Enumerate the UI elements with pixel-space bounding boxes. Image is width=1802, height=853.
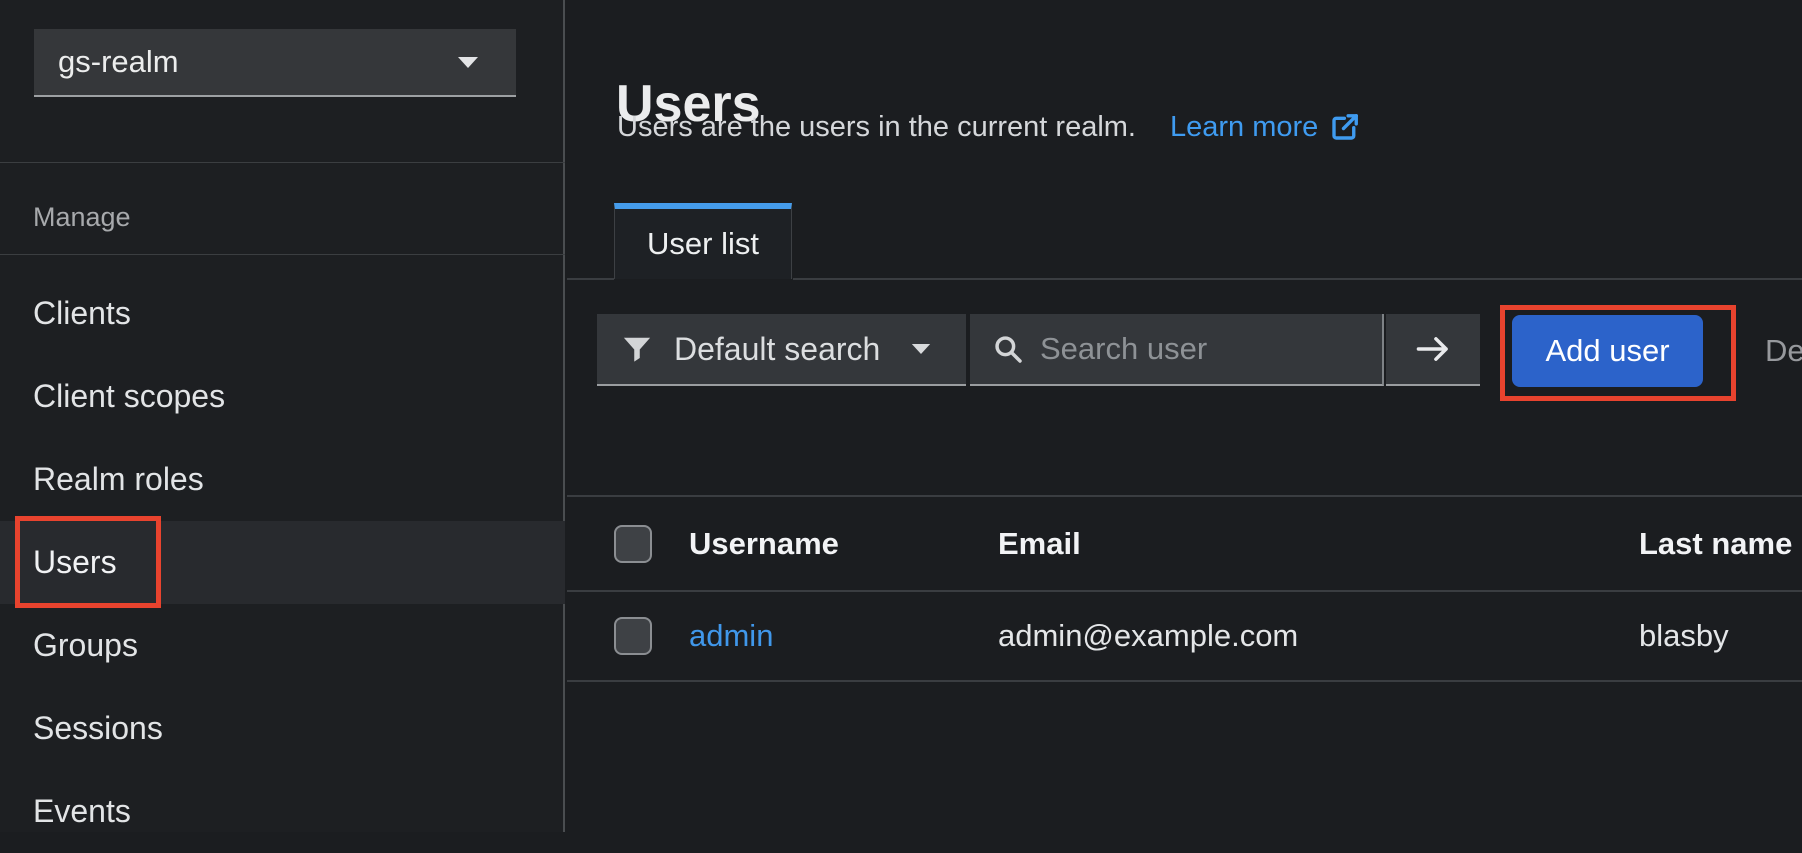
chevron-down-icon	[456, 55, 480, 70]
external-link-icon	[1330, 112, 1360, 142]
search-type-label: Default search	[674, 331, 880, 368]
tabs-bottom-border	[567, 278, 614, 280]
column-header-email: Email	[998, 526, 1081, 562]
username-link[interactable]: admin	[689, 618, 773, 654]
delete-user-button-truncated[interactable]: De	[1765, 333, 1802, 369]
chevron-down-icon	[910, 342, 932, 356]
tabs-bottom-border	[793, 278, 1802, 280]
email-cell: admin@example.com	[998, 618, 1298, 654]
add-user-label: Add user	[1545, 333, 1669, 369]
add-user-button[interactable]: Add user	[1512, 315, 1703, 387]
sidebar-item-label: Realm roles	[33, 461, 204, 498]
page-description: Users are the users in the current realm…	[617, 111, 1136, 144]
search-field	[970, 314, 1384, 386]
sidebar-item-clients[interactable]: Clients	[0, 272, 565, 355]
sidebar-item-realm-roles[interactable]: Realm roles	[0, 438, 565, 521]
sidebar-section-label: Manage	[33, 202, 131, 233]
sidebar-item-label: Client scopes	[33, 378, 225, 415]
realm-selector[interactable]: gs-realm	[34, 29, 516, 97]
table-border	[567, 680, 1802, 682]
sidebar: gs-realm Manage Clients Client scopes Re…	[0, 0, 565, 832]
sidebar-item-label: Clients	[33, 295, 131, 332]
table-row: admin admin@example.com blasby	[567, 592, 1802, 680]
search-type-dropdown[interactable]: Default search	[597, 314, 966, 386]
sidebar-divider	[0, 162, 565, 163]
tab-label: User list	[647, 226, 759, 262]
tab-user-list[interactable]: User list	[614, 203, 792, 279]
page-description-row: Users are the users in the current realm…	[617, 108, 1360, 146]
sidebar-item-label: Users	[33, 544, 117, 581]
table-header-row: Username Email Last name	[567, 497, 1802, 590]
search-submit-button[interactable]	[1386, 314, 1480, 386]
sidebar-item-sessions[interactable]: Sessions	[0, 687, 565, 770]
column-header-username: Username	[689, 526, 839, 562]
row-checkbox[interactable]	[614, 617, 652, 655]
filter-icon	[622, 334, 652, 364]
learn-more-link[interactable]: Learn more	[1170, 111, 1360, 144]
search-icon	[992, 333, 1024, 365]
sidebar-item-groups[interactable]: Groups	[0, 604, 565, 687]
sidebar-item-client-scopes[interactable]: Client scopes	[0, 355, 565, 438]
column-header-last-name: Last name	[1639, 526, 1792, 562]
sidebar-nav: Clients Client scopes Realm roles Users …	[0, 255, 565, 853]
select-all-checkbox[interactable]	[614, 525, 652, 563]
sidebar-item-label: Events	[33, 793, 131, 830]
sidebar-item-events[interactable]: Events	[0, 770, 565, 853]
realm-selector-value: gs-realm	[58, 44, 179, 80]
sidebar-item-label: Sessions	[33, 710, 163, 747]
sidebar-item-users[interactable]: Users	[0, 521, 565, 604]
arrow-right-icon	[1414, 333, 1452, 365]
search-input[interactable]	[1040, 331, 1382, 367]
last-name-cell: blasby	[1639, 618, 1729, 654]
sidebar-item-label: Groups	[33, 627, 138, 664]
learn-more-label: Learn more	[1170, 111, 1318, 144]
